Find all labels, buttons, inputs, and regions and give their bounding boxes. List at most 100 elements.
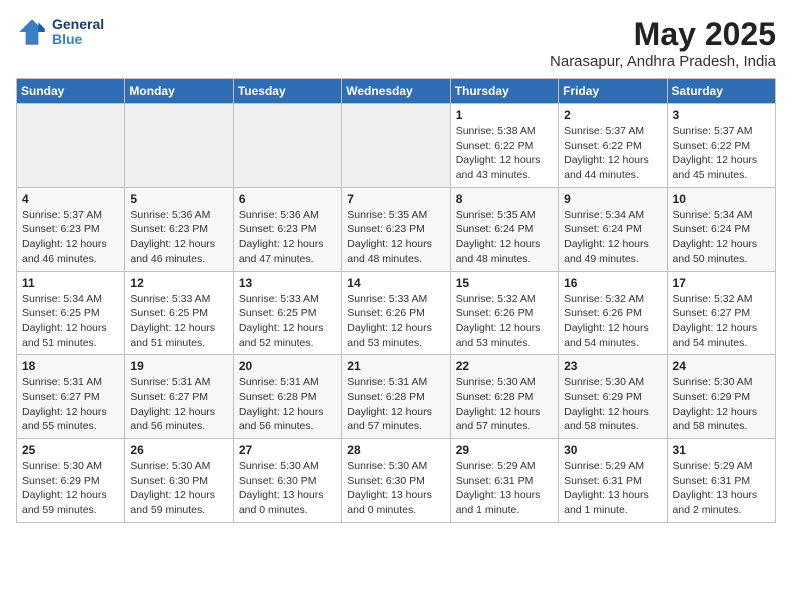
day-info: Sunrise: 5:35 AM Sunset: 6:24 PM Dayligh… (456, 208, 553, 267)
day-info: Sunrise: 5:37 AM Sunset: 6:22 PM Dayligh… (673, 124, 770, 183)
calendar-week-row: 11 Sunrise: 5:34 AM Sunset: 6:25 PM Dayli… (17, 271, 776, 355)
day-info: Sunrise: 5:33 AM Sunset: 6:25 PM Dayligh… (130, 292, 227, 351)
day-number: 24 (673, 359, 770, 373)
day-number: 3 (673, 108, 770, 122)
calendar-cell (342, 104, 450, 188)
day-info: Sunrise: 5:31 AM Sunset: 6:27 PM Dayligh… (22, 375, 119, 434)
day-number: 9 (564, 192, 661, 206)
calendar-week-row: 18 Sunrise: 5:31 AM Sunset: 6:27 PM Dayli… (17, 355, 776, 439)
calendar-cell: 3 Sunrise: 5:37 AM Sunset: 6:22 PM Daylig… (667, 104, 775, 188)
calendar-subtitle: Narasapur, Andhra Pradesh, India (550, 53, 776, 70)
day-info: Sunrise: 5:34 AM Sunset: 6:24 PM Dayligh… (673, 208, 770, 267)
weekday-header: Saturday (667, 79, 775, 104)
day-info: Sunrise: 5:32 AM Sunset: 6:27 PM Dayligh… (673, 292, 770, 351)
calendar-cell: 24Sunrise: 5:30 AM Sunset: 6:29 PM Dayli… (667, 355, 775, 439)
calendar-cell (125, 104, 233, 188)
day-number: 13 (239, 276, 336, 290)
calendar-cell (17, 104, 125, 188)
day-info: Sunrise: 5:29 AM Sunset: 6:31 PM Dayligh… (564, 459, 661, 518)
calendar-cell: 6Sunrise: 5:36 AM Sunset: 6:23 PM Daylig… (233, 187, 341, 271)
day-info: Sunrise: 5:35 AM Sunset: 6:23 PM Dayligh… (347, 208, 444, 267)
day-info: Sunrise: 5:32 AM Sunset: 6:26 PM Dayligh… (456, 292, 553, 351)
weekday-header: Tuesday (233, 79, 341, 104)
calendar-cell: 1 Sunrise: 5:38 AM Sunset: 6:22 PM Daylig… (450, 104, 558, 188)
calendar-cell: 31Sunrise: 5:29 AM Sunset: 6:31 PM Dayli… (667, 439, 775, 523)
day-number: 17 (673, 276, 770, 290)
weekday-header: Friday (559, 79, 667, 104)
calendar-cell: 13 Sunrise: 5:33 AM Sunset: 6:25 PM Dayli… (233, 271, 341, 355)
day-info: Sunrise: 5:36 AM Sunset: 6:23 PM Dayligh… (130, 208, 227, 267)
logo-icon (16, 16, 48, 48)
logo-text: General Blue (52, 17, 104, 48)
day-info: Sunrise: 5:31 AM Sunset: 6:27 PM Dayligh… (130, 375, 227, 434)
calendar-cell: 18 Sunrise: 5:31 AM Sunset: 6:27 PM Dayli… (17, 355, 125, 439)
day-info: Sunrise: 5:33 AM Sunset: 6:25 PM Dayligh… (239, 292, 336, 351)
day-number: 1 (456, 108, 553, 122)
day-info: Sunrise: 5:38 AM Sunset: 6:22 PM Dayligh… (456, 124, 553, 183)
day-number: 31 (673, 443, 770, 457)
calendar-cell: 15Sunrise: 5:32 AM Sunset: 6:26 PM Dayli… (450, 271, 558, 355)
day-number: 18 (22, 359, 119, 373)
calendar-week-row: 25Sunrise: 5:30 AM Sunset: 6:29 PM Dayli… (17, 439, 776, 523)
weekday-header: Wednesday (342, 79, 450, 104)
day-number: 14 (347, 276, 444, 290)
day-number: 21 (347, 359, 444, 373)
calendar-cell: 17 Sunrise: 5:32 AM Sunset: 6:27 PM Dayli… (667, 271, 775, 355)
day-info: Sunrise: 5:31 AM Sunset: 6:28 PM Dayligh… (347, 375, 444, 434)
day-number: 22 (456, 359, 553, 373)
day-number: 30 (564, 443, 661, 457)
calendar-cell: 26Sunrise: 5:30 AM Sunset: 6:30 PM Dayli… (125, 439, 233, 523)
calendar-week-row: 4 Sunrise: 5:37 AM Sunset: 6:23 PM Daylig… (17, 187, 776, 271)
logo-line1: General (52, 17, 104, 32)
calendar-cell: 2 Sunrise: 5:37 AM Sunset: 6:22 PM Daylig… (559, 104, 667, 188)
day-number: 11 (22, 276, 119, 290)
day-number: 4 (22, 192, 119, 206)
day-number: 25 (22, 443, 119, 457)
day-info: Sunrise: 5:36 AM Sunset: 6:23 PM Dayligh… (239, 208, 336, 267)
calendar-cell: 4 Sunrise: 5:37 AM Sunset: 6:23 PM Daylig… (17, 187, 125, 271)
weekday-header: Monday (125, 79, 233, 104)
day-number: 28 (347, 443, 444, 457)
calendar-cell: 28Sunrise: 5:30 AM Sunset: 6:30 PM Dayli… (342, 439, 450, 523)
day-info: Sunrise: 5:31 AM Sunset: 6:28 PM Dayligh… (239, 375, 336, 434)
day-info: Sunrise: 5:32 AM Sunset: 6:26 PM Dayligh… (564, 292, 661, 351)
calendar-cell: 8 Sunrise: 5:35 AM Sunset: 6:24 PM Daylig… (450, 187, 558, 271)
weekday-header: Sunday (17, 79, 125, 104)
calendar-cell: 22 Sunrise: 5:30 AM Sunset: 6:28 PM Dayli… (450, 355, 558, 439)
day-number: 8 (456, 192, 553, 206)
calendar-cell: 23Sunrise: 5:30 AM Sunset: 6:29 PM Dayli… (559, 355, 667, 439)
page-header: General Blue May 2025 Narasapur, Andhra … (16, 16, 776, 70)
calendar-cell: 7Sunrise: 5:35 AM Sunset: 6:23 PM Daylig… (342, 187, 450, 271)
calendar-body: 1 Sunrise: 5:38 AM Sunset: 6:22 PM Daylig… (17, 104, 776, 523)
day-number: 27 (239, 443, 336, 457)
calendar-cell: 11 Sunrise: 5:34 AM Sunset: 6:25 PM Dayli… (17, 271, 125, 355)
calendar-cell: 29 Sunrise: 5:29 AM Sunset: 6:31 PM Dayli… (450, 439, 558, 523)
day-info: Sunrise: 5:30 AM Sunset: 6:30 PM Dayligh… (239, 459, 336, 518)
calendar-cell: 19 Sunrise: 5:31 AM Sunset: 6:27 PM Dayli… (125, 355, 233, 439)
calendar-cell: 16Sunrise: 5:32 AM Sunset: 6:26 PM Dayli… (559, 271, 667, 355)
day-number: 12 (130, 276, 227, 290)
day-info: Sunrise: 5:30 AM Sunset: 6:29 PM Dayligh… (564, 375, 661, 434)
day-info: Sunrise: 5:29 AM Sunset: 6:31 PM Dayligh… (456, 459, 553, 518)
calendar-cell: 9Sunrise: 5:34 AM Sunset: 6:24 PM Daylig… (559, 187, 667, 271)
calendar-cell: 10Sunrise: 5:34 AM Sunset: 6:24 PM Dayli… (667, 187, 775, 271)
calendar-cell: 21 Sunrise: 5:31 AM Sunset: 6:28 PM Dayli… (342, 355, 450, 439)
calendar-cell: 20Sunrise: 5:31 AM Sunset: 6:28 PM Dayli… (233, 355, 341, 439)
day-info: Sunrise: 5:37 AM Sunset: 6:23 PM Dayligh… (22, 208, 119, 267)
day-number: 26 (130, 443, 227, 457)
weekday-row: SundayMondayTuesdayWednesdayThursdayFrid… (17, 79, 776, 104)
day-number: 29 (456, 443, 553, 457)
calendar-table: SundayMondayTuesdayWednesdayThursdayFrid… (16, 78, 776, 523)
calendar-title: May 2025 (550, 16, 776, 53)
day-number: 19 (130, 359, 227, 373)
day-number: 2 (564, 108, 661, 122)
calendar-cell: 25Sunrise: 5:30 AM Sunset: 6:29 PM Dayli… (17, 439, 125, 523)
day-info: Sunrise: 5:34 AM Sunset: 6:25 PM Dayligh… (22, 292, 119, 351)
weekday-header: Thursday (450, 79, 558, 104)
day-info: Sunrise: 5:37 AM Sunset: 6:22 PM Dayligh… (564, 124, 661, 183)
calendar-cell: 27 Sunrise: 5:30 AM Sunset: 6:30 PM Dayli… (233, 439, 341, 523)
logo-line2: Blue (52, 32, 104, 47)
calendar-cell: 5Sunrise: 5:36 AM Sunset: 6:23 PM Daylig… (125, 187, 233, 271)
logo: General Blue (16, 16, 104, 48)
day-info: Sunrise: 5:30 AM Sunset: 6:28 PM Dayligh… (456, 375, 553, 434)
